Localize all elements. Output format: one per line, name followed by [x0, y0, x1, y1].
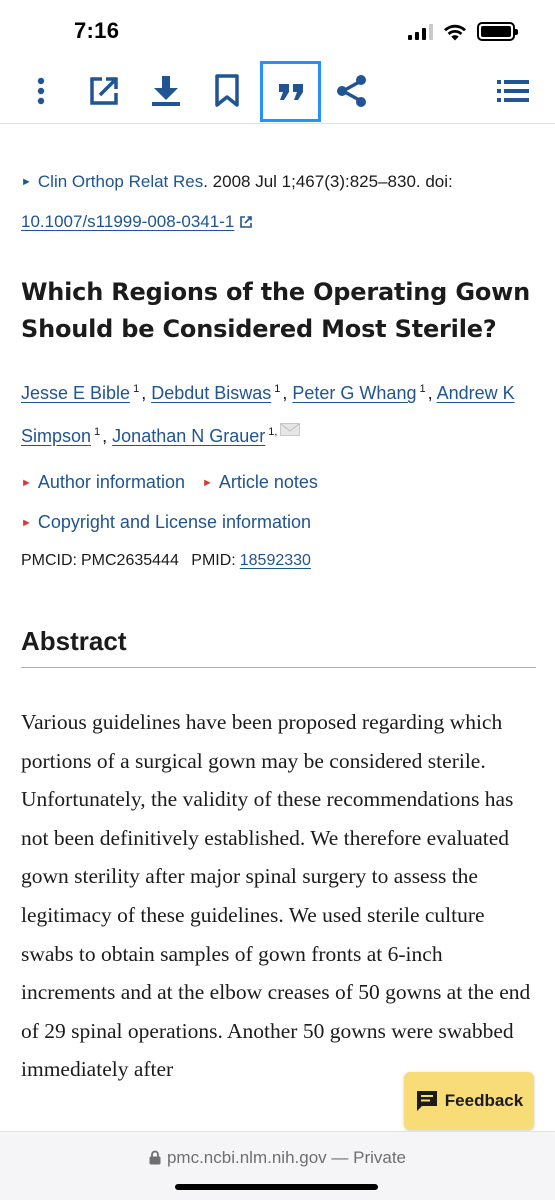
article-title: Which Regions of the Operating Gown Shou…	[21, 278, 530, 343]
share-button[interactable]	[323, 62, 381, 120]
affiliation-marker: 1,	[268, 426, 278, 438]
bookmark-icon	[215, 74, 239, 107]
copyright-label: Copyright and License information	[37, 512, 312, 532]
affiliation-marker: 1	[419, 383, 426, 395]
article-ids: PMCID: PMC2635444 PMID: 18592330	[21, 552, 311, 570]
journal-link[interactable]: Clin Orthop Relat Res	[38, 172, 203, 191]
share-icon	[337, 75, 366, 107]
author-link[interactable]: Jesse E Bible	[21, 383, 130, 403]
pmcid-value: PMC2635444	[81, 552, 179, 569]
open-external-button[interactable]	[75, 62, 133, 120]
abstract-heading: Abstract	[21, 626, 536, 668]
external-link-icon[interactable]	[239, 215, 253, 229]
author-link[interactable]: Debdut Biswas	[151, 383, 271, 403]
chat-bubble-icon	[416, 1091, 437, 1111]
author-information-label: Author information	[37, 472, 185, 492]
domain-text: pmc.ncbi.nlm.nih.gov	[166, 1148, 327, 1167]
article-toolbar	[0, 60, 555, 124]
copyright-row: ► Copyright and License information	[21, 512, 323, 533]
citation: ► Clin Orthop Relat Res. 2008 Jul 1;467(3…	[21, 162, 536, 242]
bookmark-button[interactable]	[198, 62, 256, 120]
home-indicator	[175, 1184, 378, 1190]
vertical-dots-icon	[37, 77, 45, 105]
article-notes-toggle[interactable]: ► Article notes	[202, 472, 318, 492]
status-icons	[408, 22, 518, 41]
expand-triangle-icon: ►	[21, 176, 32, 188]
author-link[interactable]: Peter G Whang	[292, 383, 416, 403]
cellular-signal-icon	[408, 23, 433, 40]
address-text[interactable]: pmc.ncbi.nlm.nih.gov — Private	[0, 1148, 555, 1168]
pmid-label: PMID:	[191, 552, 236, 569]
abstract-text: Various guidelines have been proposed re…	[21, 710, 531, 1082]
quote-icon	[278, 83, 303, 100]
pmid-link[interactable]: 18592330	[240, 552, 311, 569]
feedback-button[interactable]: Feedback	[404, 1072, 534, 1130]
citation-details: . 2008 Jul 1;467(3):825–830. doi:	[203, 172, 453, 191]
more-options-button[interactable]	[12, 62, 70, 120]
battery-icon	[477, 22, 518, 41]
envelope-icon[interactable]	[280, 423, 301, 436]
doi-link[interactable]: 10.1007/s11999-008-0341-1	[21, 212, 234, 231]
info-links-row: ► Author information ► Article notes	[21, 472, 330, 493]
expand-triangle-icon: ►	[21, 517, 32, 529]
author-link[interactable]: Jonathan N Grauer	[112, 426, 265, 446]
author-information-toggle[interactable]: ► Author information	[21, 472, 185, 492]
browser-address-bar[interactable]: pmc.ncbi.nlm.nih.gov — Private	[0, 1131, 555, 1200]
copyright-toggle[interactable]: ► Copyright and License information	[21, 512, 311, 532]
article-notes-label: Article notes	[218, 472, 318, 492]
expand-triangle-icon: ►	[21, 477, 32, 489]
cite-button[interactable]	[260, 61, 321, 122]
lock-icon	[149, 1150, 161, 1165]
affiliation-marker: 1	[133, 383, 140, 395]
open-external-icon	[90, 77, 118, 105]
feedback-label: Feedback	[444, 1091, 524, 1110]
table-of-contents-button[interactable]	[484, 62, 542, 120]
expand-triangle-icon: ►	[201, 477, 213, 489]
pmcid-label: PMCID:	[21, 552, 77, 569]
author-list: Jesse E Bible 1, Debdut Biswas 1, Peter G …	[21, 383, 515, 446]
affiliation-marker: 1	[94, 426, 101, 438]
download-button[interactable]	[137, 62, 195, 120]
wifi-icon	[444, 24, 466, 40]
download-icon	[152, 76, 180, 106]
status-bar: 7:16	[0, 0, 555, 60]
list-icon	[497, 80, 529, 102]
private-label: — Private	[326, 1148, 407, 1167]
affiliation-marker: 1	[274, 383, 281, 395]
status-time: 7:16	[74, 18, 120, 43]
